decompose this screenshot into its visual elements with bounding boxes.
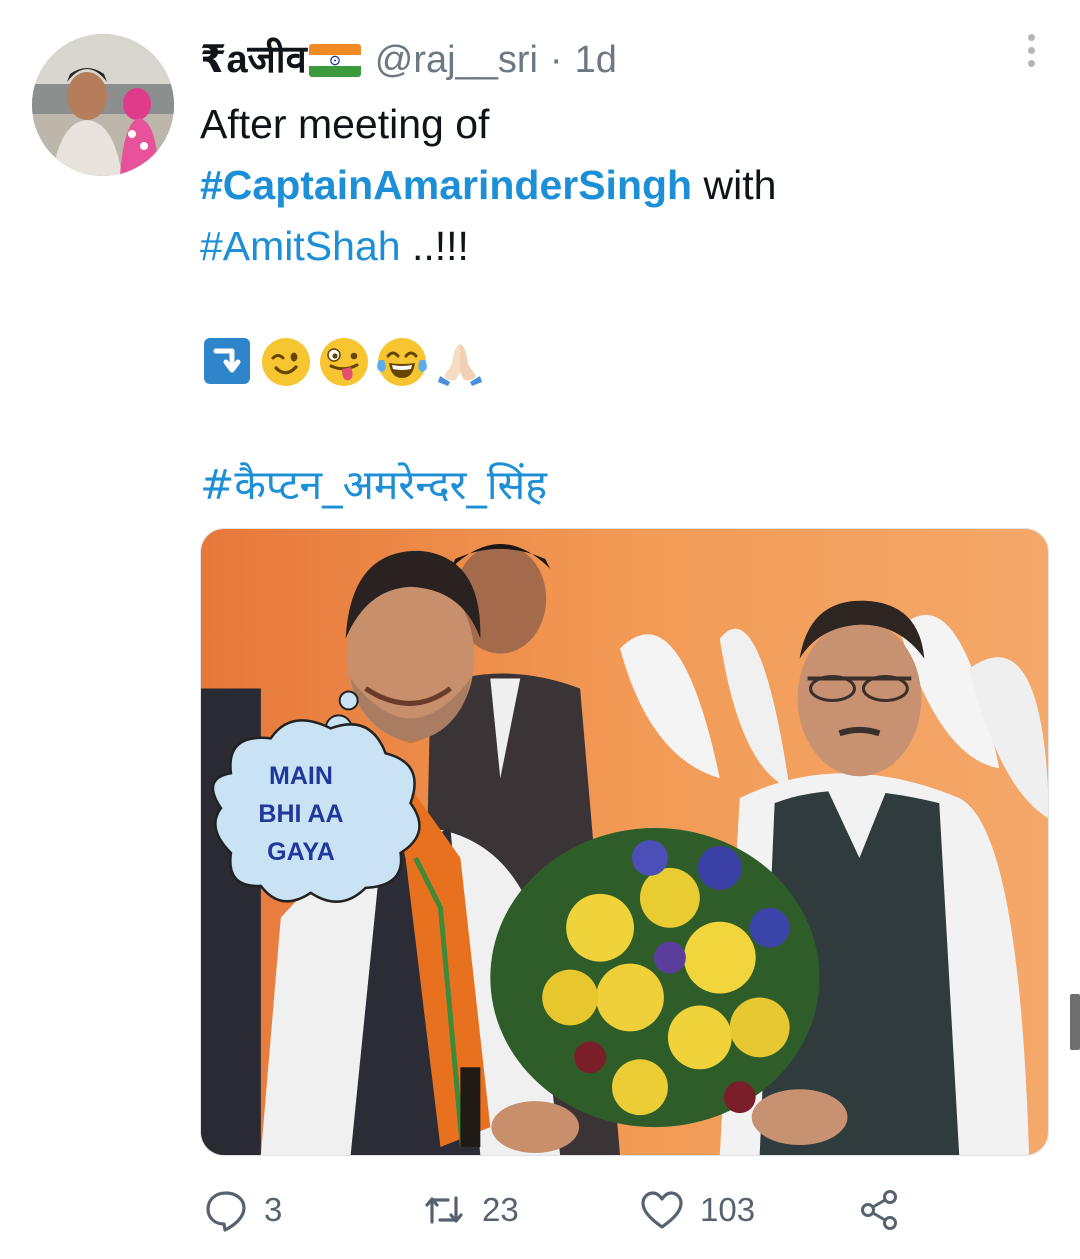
retweet-button[interactable]: 23 — [422, 1182, 519, 1238]
bubble-line: GAYA — [267, 838, 335, 866]
author-handle[interactable]: @raj__sri — [375, 38, 538, 82]
arrow-down-right-icon — [204, 338, 250, 384]
heart-icon — [641, 1191, 683, 1229]
retweet-icon — [425, 1196, 463, 1224]
hashtag-link[interactable]: #AmitShah — [200, 223, 401, 269]
tweet-text: After meeting of #CaptainAmarinderSingh … — [200, 94, 1040, 277]
tweet-header: ₹aजीव @raj__sri · 1d — [200, 38, 617, 82]
like-count: 103 — [700, 1191, 756, 1228]
emoji-row — [202, 334, 486, 390]
tweet-image[interactable]: MAIN BHI AA GAYA — [200, 528, 1049, 1156]
tears-of-joy-icon — [377, 338, 427, 386]
hindi-hashtag[interactable]: #कैप्टन_अमरेन्दर_सिंह — [200, 455, 547, 515]
scrollbar[interactable] — [1070, 994, 1080, 1050]
thought-bubble-text: MAIN BHI AA GAYA — [241, 757, 361, 871]
avatar-photo — [32, 34, 174, 176]
retweet-count: 23 — [482, 1191, 519, 1228]
separator-dot: · — [549, 39, 563, 81]
tweet-actions: 3 23 103 — [200, 1182, 920, 1238]
more-options-icon[interactable] — [1024, 34, 1038, 74]
author-name[interactable]: ₹aजीव — [200, 38, 307, 82]
bubble-line: BHI AA — [258, 800, 344, 828]
tweet-text-line-2: #CaptainAmarinderSingh with — [200, 162, 777, 208]
india-flag-icon — [308, 43, 361, 77]
reply-count: 3 — [264, 1191, 283, 1228]
tweet-time[interactable]: 1d — [575, 38, 617, 82]
share-button[interactable] — [858, 1182, 902, 1238]
folded-hands-icon — [438, 344, 482, 386]
bubble-line: MAIN — [269, 762, 333, 790]
reply-button[interactable]: 3 — [204, 1182, 282, 1238]
reply-icon — [206, 1191, 246, 1232]
tweet-text-line-1: After meeting of — [200, 101, 490, 147]
winking-face-icon — [262, 338, 310, 386]
zany-face-icon — [320, 338, 368, 386]
avatar[interactable] — [32, 34, 174, 176]
hashtag-link[interactable]: #CaptainAmarinderSingh — [200, 162, 692, 208]
like-button[interactable]: 103 — [640, 1182, 755, 1238]
tweet-text-line-3: #AmitShah ..!!! — [200, 223, 469, 269]
share-icon — [861, 1190, 897, 1230]
